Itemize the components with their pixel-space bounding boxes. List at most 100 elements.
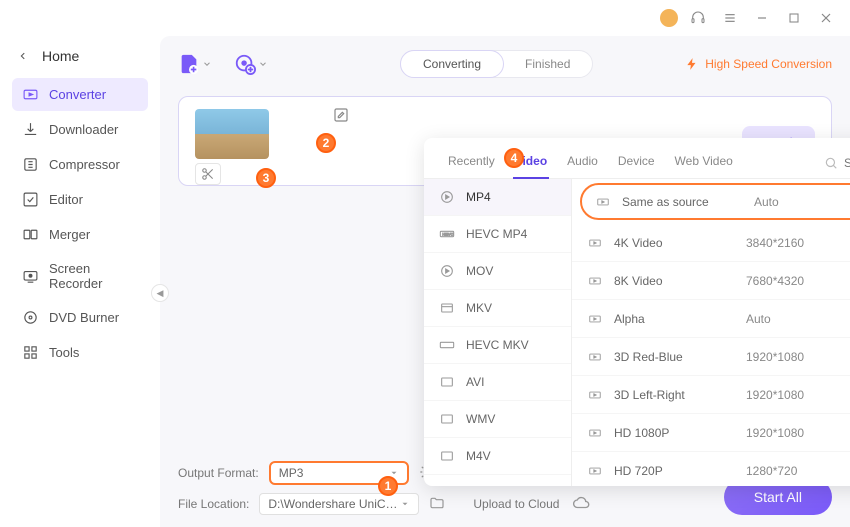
video-box-icon — [586, 236, 604, 250]
sidebar-item-merger[interactable]: Merger — [12, 218, 148, 251]
file-location-select[interactable]: D:\Wondershare UniConverter 1 — [259, 493, 419, 515]
headset-icon[interactable] — [686, 6, 710, 30]
maximize-icon[interactable] — [782, 6, 806, 30]
home-button[interactable]: Home — [12, 40, 148, 78]
sidebar-item-compressor[interactable]: Compressor — [12, 148, 148, 181]
sidebar-item-label: Downloader — [49, 122, 118, 137]
sidebar-item-label: Converter — [49, 87, 106, 102]
video-box-icon — [586, 350, 604, 364]
circle-play-icon — [438, 189, 456, 205]
compressor-icon — [22, 156, 39, 173]
resolution-hd-720p[interactable]: HD 720P 1280*720 — [572, 452, 850, 486]
sidebar-item-label: DVD Burner — [49, 310, 119, 325]
high-speed-label: High Speed Conversion — [705, 57, 832, 71]
hevc-icon — [438, 337, 456, 353]
edit-clip-button[interactable] — [333, 107, 349, 128]
high-speed-conversion[interactable]: High Speed Conversion — [685, 57, 832, 71]
format-label: MOV — [466, 264, 493, 278]
format-mov[interactable]: MOV — [424, 253, 571, 290]
format-hevc-mp4[interactable]: HEVC HEVC MP4 — [424, 216, 571, 253]
tab-recently[interactable]: Recently — [438, 148, 505, 178]
hamburger-icon[interactable] — [718, 6, 742, 30]
user-avatar[interactable] — [660, 9, 678, 27]
status-segmented: Converting Finished — [400, 50, 593, 78]
step-badge-2: 2 — [316, 133, 336, 153]
video-box-icon — [586, 274, 604, 288]
resolution-hd-1080p[interactable]: HD 1080P 1920*1080 — [572, 414, 850, 452]
sidebar-item-dvd-burner[interactable]: DVD Burner — [12, 301, 148, 334]
hevc-icon: HEVC — [438, 226, 456, 242]
format-label: AVI — [466, 375, 484, 389]
tab-audio[interactable]: Audio — [557, 148, 608, 178]
output-format-label: Output Format: — [178, 466, 259, 480]
film-icon — [438, 411, 456, 427]
file-location-label: File Location: — [178, 497, 249, 511]
sidebar-item-editor[interactable]: Editor — [12, 183, 148, 216]
tab-web-video[interactable]: Web Video — [665, 148, 743, 178]
sidebar-item-screen-recorder[interactable]: Screen Recorder — [12, 253, 148, 299]
resolution-3d-red-blue[interactable]: 3D Red-Blue 1920*1080 — [572, 338, 850, 376]
add-file-button[interactable] — [178, 53, 212, 75]
chevron-left-icon — [18, 51, 28, 61]
add-dvd-icon — [234, 53, 256, 75]
chevron-down-icon — [258, 59, 268, 69]
format-label: MP4 — [466, 190, 491, 204]
sidebar-item-label: Tools — [49, 345, 79, 360]
open-folder-button[interactable] — [429, 495, 445, 514]
collapse-sidebar-button[interactable]: ◀ — [151, 284, 169, 302]
seg-converting[interactable]: Converting — [400, 50, 504, 78]
disc-icon — [22, 309, 39, 326]
resolution-alpha[interactable]: Alpha Auto — [572, 300, 850, 338]
sidebar-item-downloader[interactable]: Downloader — [12, 113, 148, 146]
grid-icon — [22, 344, 39, 361]
resolution-8k[interactable]: 8K Video 7680*4320 — [572, 262, 850, 300]
step-badge-3: 3 — [256, 168, 276, 188]
film-icon — [438, 374, 456, 390]
add-file-icon — [178, 53, 200, 75]
sidebar-item-label: Screen Recorder — [49, 261, 138, 291]
search-icon — [824, 156, 838, 170]
resolution-3d-left-right[interactable]: 3D Left-Right 1920*1080 — [572, 376, 850, 414]
close-icon[interactable] — [814, 6, 838, 30]
minimize-icon[interactable] — [750, 6, 774, 30]
format-hevc-mkv[interactable]: HEVC MKV — [424, 327, 571, 364]
converter-icon — [22, 86, 39, 103]
video-box-icon — [586, 426, 604, 440]
download-icon — [22, 121, 39, 138]
lightning-icon — [685, 57, 699, 71]
format-mp4[interactable]: MP4 — [424, 179, 571, 216]
output-format-value: MP3 — [279, 466, 304, 480]
film-icon — [438, 448, 456, 464]
video-box-icon — [594, 195, 612, 209]
sidebar-item-label: Compressor — [49, 157, 120, 172]
tab-device[interactable]: Device — [608, 148, 665, 178]
format-mkv[interactable]: MKV — [424, 290, 571, 327]
video-box-icon — [586, 312, 604, 326]
step-badge-1: 1 — [378, 476, 398, 496]
format-label: M4V — [466, 449, 491, 463]
sidebar-item-converter[interactable]: Converter — [12, 78, 148, 111]
video-thumbnail[interactable] — [195, 109, 269, 159]
resolution-4k[interactable]: 4K Video 3840*2160 — [572, 224, 850, 262]
recorder-icon — [22, 268, 39, 285]
chevron-down-icon — [202, 59, 212, 69]
sidebar-item-tools[interactable]: Tools — [12, 336, 148, 369]
scissors-button[interactable] — [195, 163, 221, 185]
upload-cloud-button[interactable] — [573, 494, 591, 515]
file-location-value: D:\Wondershare UniConverter 1 — [268, 497, 398, 511]
film-icon — [438, 300, 456, 316]
format-dropdown: Recently Video Audio Device Web Video MP… — [424, 138, 850, 486]
scissors-icon — [201, 167, 215, 181]
add-folder-button[interactable] — [234, 53, 268, 75]
search-input[interactable] — [844, 156, 850, 170]
format-avi[interactable]: AVI — [424, 364, 571, 401]
seg-finished[interactable]: Finished — [503, 51, 592, 77]
format-label: HEVC MKV — [466, 338, 529, 352]
video-box-icon — [586, 388, 604, 402]
format-m4v[interactable]: M4V — [424, 438, 571, 475]
format-search[interactable] — [824, 156, 850, 170]
chevron-down-icon — [400, 499, 410, 509]
format-list: MP4 HEVC HEVC MP4 MOV MKV — [424, 179, 572, 486]
resolution-same-as-source[interactable]: Same as source Auto — [580, 183, 850, 220]
format-wmv[interactable]: WMV — [424, 401, 571, 438]
